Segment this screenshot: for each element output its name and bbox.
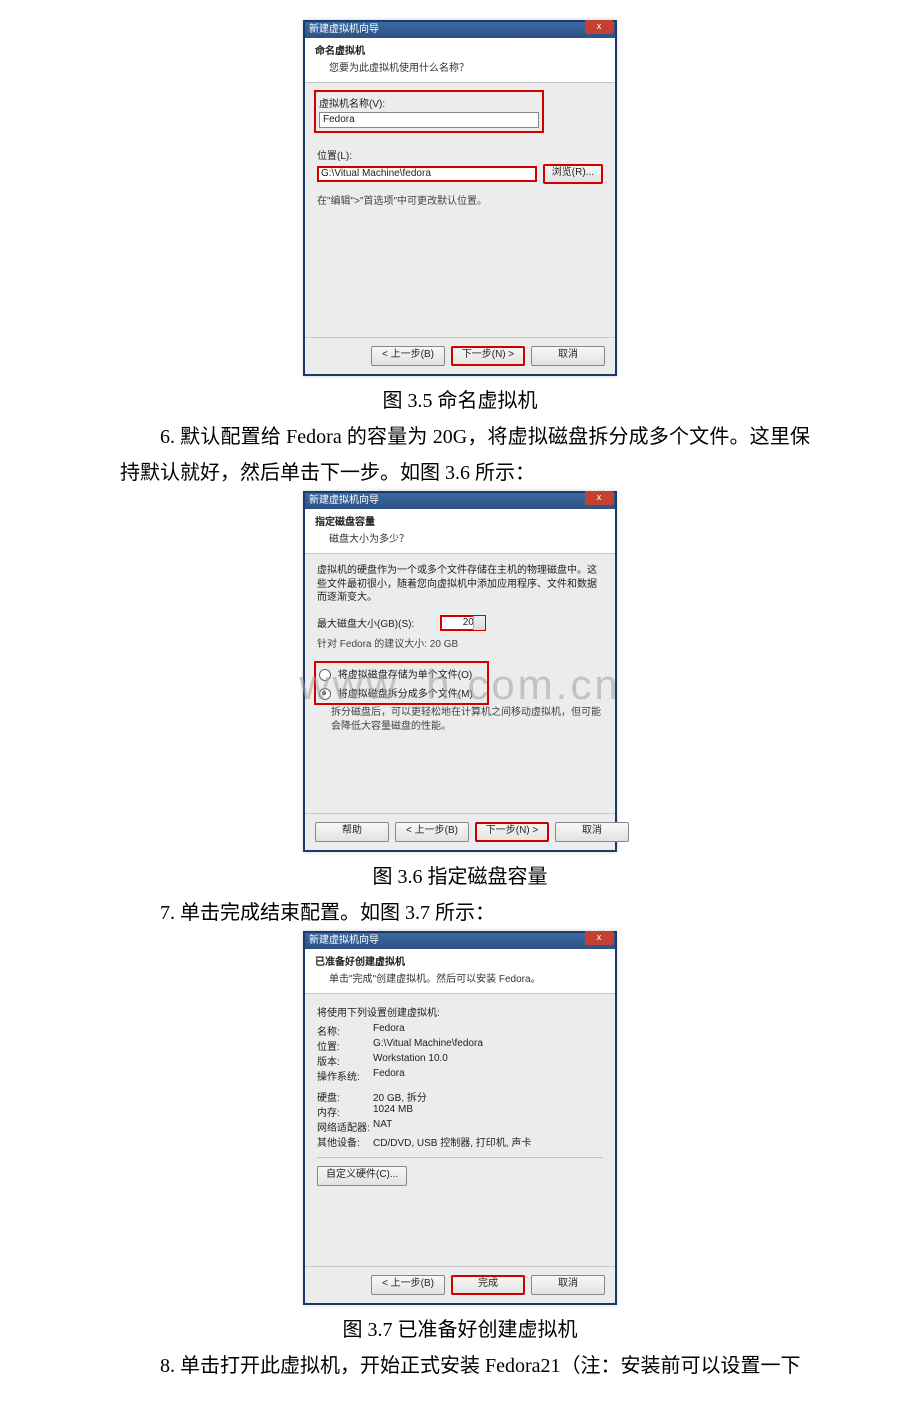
wizard-header: 指定磁盘容量 磁盘大小为多少？ — [305, 509, 615, 554]
vm-location-group: 位置(L): G:\Vitual Machine\fedora 浏览(R)... — [317, 147, 603, 184]
row-value: NAT — [373, 1119, 392, 1134]
header-title: 命名虚拟机 — [315, 42, 605, 57]
close-icon[interactable]: x — [585, 491, 613, 505]
separator — [317, 1157, 603, 1158]
settings-table: 名称:Fedora 位置:G:\Vitual Machine\fedora 版本… — [317, 1023, 603, 1149]
row-value: Fedora — [373, 1023, 405, 1038]
row-key: 网络适配器: — [317, 1119, 373, 1134]
dialog-disk-capacity: 新建虚拟机向导 x 指定磁盘容量 磁盘大小为多少？ 虚拟机的硬盘作为一个或多个文… — [303, 491, 617, 852]
back-button[interactable]: < 上一步(B) — [371, 1275, 445, 1295]
disk-size-input[interactable]: 20.0 — [440, 615, 486, 631]
cancel-button[interactable]: 取消 — [531, 346, 605, 366]
titlebar: 新建虚拟机向导 x — [305, 933, 615, 949]
radio-split-files[interactable]: 将虚拟磁盘拆分成多个文件(M) — [319, 685, 484, 700]
dialog-ready-create: 新建虚拟机向导 x 已准备好创建虚拟机 单击"完成"创建虚拟机。然后可以安装 F… — [303, 931, 617, 1305]
vm-location-input[interactable]: G:\Vitual Machine\fedora — [317, 166, 537, 182]
row-key: 内存: — [317, 1104, 373, 1119]
vm-name-group: 虚拟机名称(V): Fedora — [314, 90, 544, 133]
row-key: 名称: — [317, 1023, 373, 1038]
paragraph-8: 8. 单击打开此虚拟机，开始正式安装 Fedora21（注：安装前可以设置一下 — [0, 1348, 920, 1384]
dialog-name-vm: 新建虚拟机向导 x 命名虚拟机 您要为此虚拟机使用什么名称？ 虚拟机名称(V):… — [303, 20, 617, 376]
radio-single-label: 将虚拟磁盘存储为单个文件(O) — [338, 670, 472, 681]
disk-recommend: 针对 Fedora 的建议大小: 20 GB — [317, 635, 603, 650]
radio-split-label: 将虚拟磁盘拆分成多个文件(M) — [338, 689, 473, 700]
wizard-header: 命名虚拟机 您要为此虚拟机使用什么名称？ — [305, 38, 615, 83]
row-value: 1024 MB — [373, 1104, 413, 1119]
vm-location-label: 位置(L): — [317, 147, 603, 162]
row-value: CD/DVD, USB 控制器, 打印机, 声卡 — [373, 1134, 531, 1149]
vm-name-input[interactable]: Fedora — [319, 112, 539, 128]
radio-group: 将虚拟磁盘存储为单个文件(O) 将虚拟磁盘拆分成多个文件(M) — [314, 661, 489, 706]
row-key: 版本: — [317, 1053, 373, 1068]
back-button[interactable]: < 上一步(B) — [395, 822, 469, 842]
row-value: G:\Vitual Machine\fedora — [373, 1038, 483, 1053]
browse-button[interactable]: 浏览(R)... — [543, 164, 603, 184]
next-button[interactable]: 下一步(N) > — [451, 346, 525, 366]
paragraph-7: 7. 单击完成结束配置。如图 3.7 所示： — [0, 895, 920, 931]
row-value: 20 GB, 拆分 — [373, 1089, 427, 1104]
paragraph-6: 6. 默认配置给 Fedora 的容量为 20G，将虚拟磁盘拆分成多个文件。这里… — [0, 419, 920, 491]
location-hint: 在"编辑">"首选项"中可更改默认位置。 — [317, 192, 603, 207]
window-title: 新建虚拟机向导 — [309, 935, 379, 946]
window-title: 新建虚拟机向导 — [309, 495, 379, 506]
figure-caption-35: 图 3.5 命名虚拟机 — [0, 384, 920, 413]
figure-caption-37: 图 3.7 已准备好创建虚拟机 — [0, 1313, 920, 1342]
settings-caption: 将使用下列设置创建虚拟机: — [317, 1004, 603, 1019]
cancel-button[interactable]: 取消 — [555, 822, 629, 842]
disk-desc: 虚拟机的硬盘作为一个或多个文件存储在主机的物理磁盘中。这些文件最初很小，随着您向… — [317, 564, 603, 605]
disk-size-label: 最大磁盘大小(GB)(S): — [317, 615, 414, 630]
wizard-header: 已准备好创建虚拟机 单击"完成"创建虚拟机。然后可以安装 Fedora。 — [305, 949, 615, 994]
split-hint: 拆分磁盘后，可以更轻松地在计算机之间移动虚拟机，但可能会降低大容量磁盘的性能。 — [317, 706, 603, 733]
radio-icon — [319, 669, 331, 681]
row-value: Fedora — [373, 1068, 405, 1083]
row-key: 硬盘: — [317, 1089, 373, 1104]
row-key: 位置: — [317, 1038, 373, 1053]
vm-name-label: 虚拟机名称(V): — [319, 95, 539, 110]
header-title: 已准备好创建虚拟机 — [315, 953, 605, 968]
disk-size-row: 最大磁盘大小(GB)(S): 20.0 — [317, 615, 603, 631]
header-subtitle: 您要为此虚拟机使用什么名称？ — [315, 59, 605, 74]
titlebar: 新建虚拟机向导 x — [305, 22, 615, 38]
row-key: 其他设备: — [317, 1134, 373, 1149]
button-row: < 上一步(B) 完成 取消 — [305, 1266, 615, 1303]
button-row: < 上一步(B) 下一步(N) > 取消 — [305, 337, 615, 374]
help-button[interactable]: 帮助 — [315, 822, 389, 842]
header-title: 指定磁盘容量 — [315, 513, 605, 528]
customize-hardware-button[interactable]: 自定义硬件(C)... — [317, 1166, 407, 1186]
window-title: 新建虚拟机向导 — [309, 24, 379, 35]
close-icon[interactable]: x — [585, 20, 613, 34]
radio-single-file[interactable]: 将虚拟磁盘存储为单个文件(O) — [319, 666, 484, 681]
next-button[interactable]: 下一步(N) > — [475, 822, 549, 842]
back-button[interactable]: < 上一步(B) — [371, 346, 445, 366]
row-value: Workstation 10.0 — [373, 1053, 448, 1068]
cancel-button[interactable]: 取消 — [531, 1275, 605, 1295]
titlebar: 新建虚拟机向导 x — [305, 493, 615, 509]
header-subtitle: 单击"完成"创建虚拟机。然后可以安装 Fedora。 — [315, 970, 605, 985]
row-key: 操作系统: — [317, 1068, 373, 1083]
finish-button[interactable]: 完成 — [451, 1275, 525, 1295]
radio-icon — [319, 688, 331, 700]
figure-caption-36: 图 3.6 指定磁盘容量 — [0, 860, 920, 889]
close-icon[interactable]: x — [585, 931, 613, 945]
button-row: 帮助 < 上一步(B) 下一步(N) > 取消 — [305, 813, 615, 850]
header-subtitle: 磁盘大小为多少？ — [315, 530, 605, 545]
